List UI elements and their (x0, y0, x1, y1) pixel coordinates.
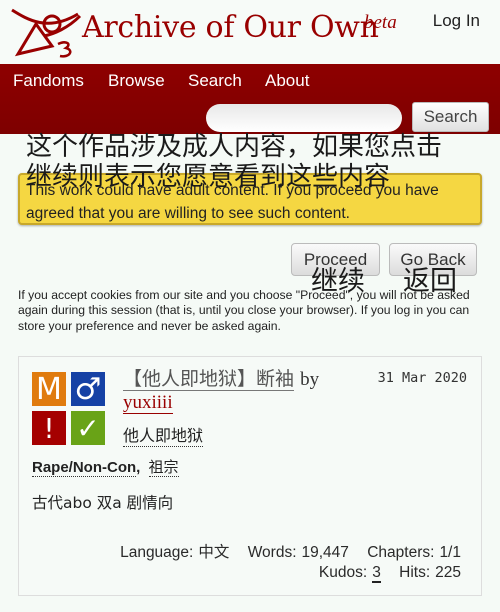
work-title-link[interactable]: 【他人即地狱】断袖 (123, 368, 295, 391)
work-heading: 【他人即地狱】断袖 by yuxiiii (123, 368, 368, 414)
language-value: 中文 (198, 544, 230, 561)
work-summary: 古代abo 双a 剧情向 (32, 494, 174, 512)
hits-label: Hits: (399, 564, 431, 581)
hits-value: 225 (435, 564, 461, 581)
nav-search[interactable]: Search (188, 71, 242, 91)
nav-browse[interactable]: Browse (108, 71, 165, 91)
work-blurb: M ♂ ! ✓ 【他人即地狱】断袖 by yuxiiii 他人即地狱 31 Ma… (18, 356, 482, 596)
complete-icon[interactable]: ✓ (71, 411, 105, 445)
beta-label: beta (364, 12, 397, 33)
category-mm-icon[interactable]: ♂ (71, 372, 105, 407)
warning-translation-overlay: 这个作品涉及成人内容，如果您点击继续则表示您愿意看到这些内容 (26, 132, 443, 192)
ao3-logo-icon[interactable] (8, 6, 84, 58)
language-label: Language: (120, 544, 194, 561)
kudos-label: Kudos: (318, 564, 368, 581)
nav-about[interactable]: About (265, 71, 309, 91)
chapters-label: Chapters: (367, 544, 435, 561)
work-stats-row-2: Kudos: 3 Hits: 225 (318, 564, 461, 583)
kudos-link[interactable]: 3 (372, 564, 381, 583)
tag-freeform[interactable]: 祖宗 (148, 459, 179, 477)
words-value: 19,447 (301, 544, 349, 561)
work-stats-row-1: Language: 中文 Words: 19,447 Chapters: 1/1 (120, 540, 461, 562)
rating-mature-icon[interactable]: M (32, 372, 66, 407)
words-label: Words: (247, 544, 297, 561)
by-label: by (300, 369, 320, 390)
chapters-value: 1/1 (439, 544, 461, 561)
search-button[interactable]: Search (412, 102, 489, 132)
work-date: 31 Mar 2020 (377, 370, 467, 386)
proceed-translation: 继续 (311, 266, 365, 297)
work-tags: Rape/Non-Con, 祖宗 (32, 456, 179, 477)
warning-icon[interactable]: ! (32, 411, 66, 445)
tag-warning[interactable]: Rape/Non-Con (32, 459, 137, 477)
site-title[interactable]: Archive of Our Own (82, 10, 379, 45)
nav-fandoms[interactable]: Fandoms (13, 71, 84, 91)
fandom-link[interactable]: 他人即地狱 (123, 422, 204, 447)
search-input[interactable] (206, 104, 402, 132)
site-header: Archive of Our Own beta Log In (0, 0, 500, 64)
login-link[interactable]: Log In (433, 11, 480, 31)
go-back-translation: 返回 (403, 266, 457, 297)
author-link[interactable]: yuxiiii (123, 392, 173, 414)
tag-separator: , (136, 459, 141, 476)
